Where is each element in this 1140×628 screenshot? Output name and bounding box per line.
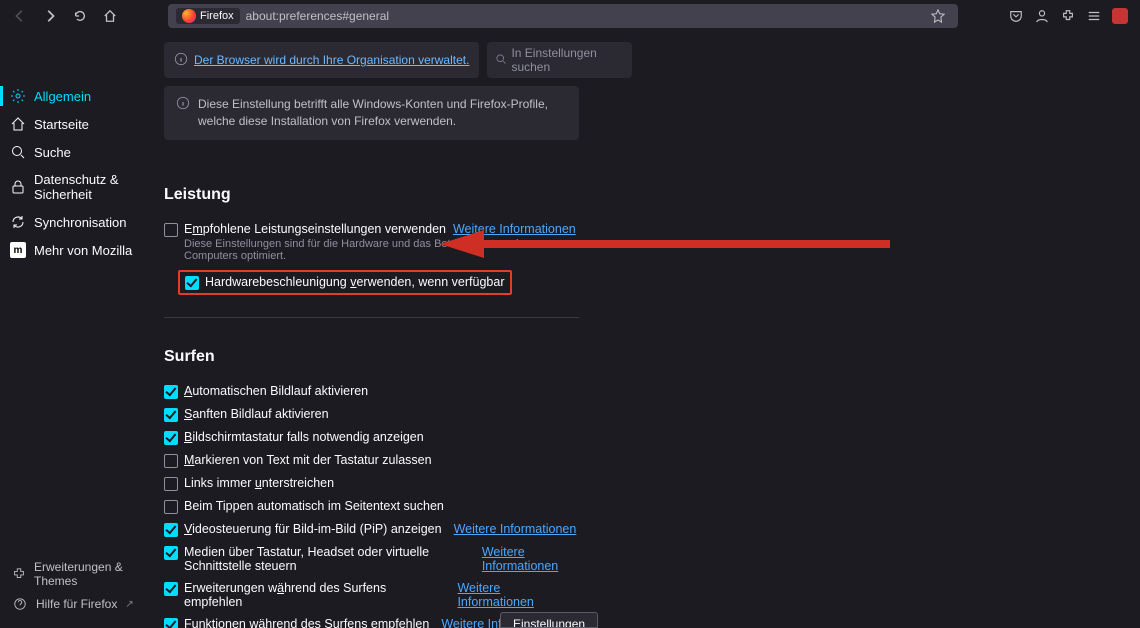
- sidebar-item-label: Startseite: [34, 117, 89, 132]
- recommended-perf-link[interactable]: Weitere Informationen: [453, 222, 576, 236]
- sidebar-item-sync[interactable]: Synchronisation: [0, 208, 160, 236]
- sidebar-item-label: Synchronisation: [34, 215, 127, 230]
- app-menu-icon[interactable]: [1082, 4, 1106, 28]
- sidebar-bottom-label: Hilfe für Firefox: [36, 597, 117, 611]
- checkbox[interactable]: [164, 523, 178, 537]
- browsing-option-row[interactable]: Bildschirmtastatur falls notwendig anzei…: [164, 426, 579, 449]
- hwaccel-checkbox[interactable]: [185, 276, 199, 290]
- url-text: about:preferences#general: [246, 9, 389, 23]
- hwaccel-row[interactable]: Hardwarebeschleunigung verwenden, wenn v…: [178, 266, 579, 299]
- preferences-content: Der Browser wird durch Ihre Organisation…: [160, 32, 1140, 628]
- browsing-option-row[interactable]: Beim Tippen automatisch im Seitentext su…: [164, 495, 579, 518]
- lock-icon: [10, 179, 26, 195]
- help-icon: [12, 596, 28, 612]
- hwaccel-label: Hardwarebeschleunigung verwenden, wenn v…: [205, 275, 505, 289]
- search-placeholder: In Einstellungen suchen: [511, 46, 624, 74]
- browsing-option-row[interactable]: Videosteuerung für Bild-im-Bild (PiP) an…: [164, 518, 579, 541]
- back-icon[interactable]: [8, 4, 32, 28]
- info-icon: [174, 52, 188, 69]
- browsing-option-row[interactable]: Erweiterungen während des Surfens empfeh…: [164, 577, 579, 613]
- sidebar-extensions-themes[interactable]: Erweiterungen & Themes: [0, 556, 160, 592]
- firefox-logo-icon: [182, 9, 196, 23]
- option-label: Sanften Bildlauf aktivieren: [184, 407, 329, 421]
- sidebar-item-label: Allgemein: [34, 89, 91, 104]
- option-label: Beim Tippen automatisch im Seitentext su…: [184, 499, 444, 513]
- identity-box[interactable]: Firefox: [176, 8, 240, 24]
- org-managed-banner: Der Browser wird durch Ihre Organisation…: [164, 42, 479, 78]
- preferences-sidebar: Allgemein Startseite Suche Datenschutz &…: [0, 32, 160, 628]
- account-icon[interactable]: [1030, 4, 1054, 28]
- option-label: Automatischen Bildlauf aktivieren: [184, 384, 368, 398]
- browsing-option-row[interactable]: Medien über Tastatur, Headset oder virtu…: [164, 541, 579, 577]
- option-label: Markieren von Text mit der Tastatur zula…: [184, 453, 432, 467]
- sidebar-item-label: Datenschutz & Sicherheit: [34, 172, 150, 202]
- sidebar-bottom-label: Erweiterungen & Themes: [34, 560, 148, 588]
- option-label: Medien über Tastatur, Headset oder virtu…: [184, 545, 470, 573]
- mozilla-icon: m: [10, 242, 26, 258]
- search-icon: [495, 53, 507, 68]
- url-bar[interactable]: Firefox about:preferences#general: [168, 4, 958, 28]
- option-label: Videosteuerung für Bild-im-Bild (PiP) an…: [184, 522, 442, 536]
- hwaccel-highlight: Hardwarebeschleunigung verwenden, wenn v…: [178, 270, 512, 295]
- sidebar-item-home[interactable]: Startseite: [0, 110, 160, 138]
- external-link-icon: ↗: [125, 599, 133, 610]
- network-settings-button[interactable]: Einstellungen: [500, 612, 598, 628]
- checkbox[interactable]: [164, 546, 178, 560]
- extensions-icon[interactable]: [1056, 4, 1080, 28]
- browsing-title: Surfen: [164, 348, 579, 366]
- puzzle-icon: [12, 566, 26, 582]
- more-info-link[interactable]: Weitere Informationen: [457, 581, 579, 609]
- sidebar-item-search[interactable]: Suche: [0, 138, 160, 166]
- more-info-link[interactable]: Weitere Informationen: [482, 545, 579, 573]
- browsing-option-row[interactable]: Automatischen Bildlauf aktivieren: [164, 380, 579, 403]
- option-label: Links immer unterstreichen: [184, 476, 334, 490]
- search-icon: [10, 144, 26, 160]
- recommended-perf-desc: Diese Einstellungen sind für die Hardwar…: [184, 238, 579, 262]
- info-icon: [176, 96, 190, 130]
- browser-toolbar: Firefox about:preferences#general: [0, 0, 1140, 32]
- preferences-search[interactable]: In Einstellungen suchen: [487, 42, 632, 78]
- checkbox[interactable]: [164, 582, 178, 596]
- save-pocket-icon[interactable]: [1004, 4, 1028, 28]
- option-label: Erweiterungen während des Surfens empfeh…: [184, 581, 445, 609]
- home-icon: [10, 116, 26, 132]
- org-managed-link[interactable]: Der Browser wird durch Ihre Organisation…: [194, 53, 469, 67]
- sync-icon: [10, 214, 26, 230]
- sidebar-item-privacy[interactable]: Datenschutz & Sicherheit: [0, 166, 160, 208]
- checkbox[interactable]: [164, 408, 178, 422]
- sidebar-item-label: Mehr von Mozilla: [34, 243, 132, 258]
- option-label: Bildschirmtastatur falls notwendig anzei…: [184, 430, 424, 444]
- divider: [164, 317, 579, 318]
- checkbox[interactable]: [164, 477, 178, 491]
- gear-icon: [10, 88, 26, 104]
- checkbox[interactable]: [164, 618, 178, 628]
- option-label: Funktionen während des Surfens empfehlen: [184, 617, 429, 628]
- performance-section: Leistung Empfohlene Leistungseinstellung…: [164, 186, 579, 318]
- checkbox[interactable]: [164, 500, 178, 514]
- sidebar-help[interactable]: Hilfe für Firefox ↗: [0, 592, 160, 616]
- browsing-option-row[interactable]: Markieren von Text mit der Tastatur zula…: [164, 449, 579, 472]
- bookmark-star-icon[interactable]: [926, 4, 950, 28]
- browsing-option-row[interactable]: Links immer unterstreichen: [164, 472, 579, 495]
- checkbox[interactable]: [164, 385, 178, 399]
- performance-title: Leistung: [164, 186, 579, 204]
- forward-icon[interactable]: [38, 4, 62, 28]
- reload-icon[interactable]: [68, 4, 92, 28]
- sidebar-item-general[interactable]: Allgemein: [0, 82, 160, 110]
- recommended-perf-row[interactable]: Empfohlene Leistungseinstellungen verwen…: [164, 218, 579, 266]
- recommended-perf-label: Empfohlene Leistungseinstellungen verwen…: [184, 222, 579, 236]
- checkbox[interactable]: [164, 454, 178, 468]
- identity-label: Firefox: [200, 10, 234, 22]
- info-text: Diese Einstellung betrifft alle Windows-…: [198, 96, 567, 130]
- sidebar-item-label: Suche: [34, 145, 71, 160]
- checkbox[interactable]: [164, 431, 178, 445]
- browsing-section: Surfen Automatischen Bildlauf aktivieren…: [164, 348, 579, 628]
- browsing-option-row[interactable]: Sanften Bildlauf aktivieren: [164, 403, 579, 426]
- sidebar-item-more-mozilla[interactable]: m Mehr von Mozilla: [0, 236, 160, 264]
- home-icon[interactable]: [98, 4, 122, 28]
- accent-badge[interactable]: [1108, 4, 1132, 28]
- install-scope-info: Diese Einstellung betrifft alle Windows-…: [164, 86, 579, 140]
- recommended-perf-checkbox[interactable]: [164, 223, 178, 237]
- more-info-link[interactable]: Weitere Informationen: [454, 522, 577, 536]
